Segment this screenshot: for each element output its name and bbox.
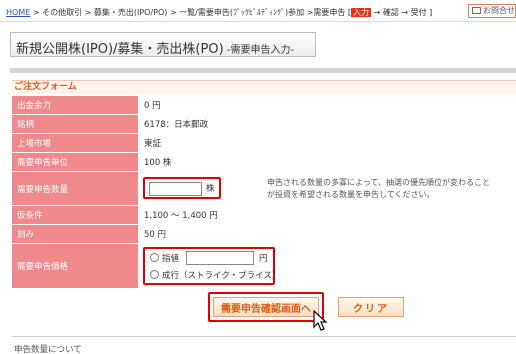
order-form-table: 出金余力 0 円 銘柄 6178：日本郵政 上場市場 東証 需要申告単位 100… bbox=[12, 95, 516, 289]
price-highlight-box: 指値 円 成行（ストライク・プライス） bbox=[143, 247, 280, 285]
limit-price-input[interactable] bbox=[186, 251, 254, 265]
market-price-label: 成行（ストライク・プライス） bbox=[162, 271, 281, 281]
quantity-note-line1: 申告される数量の多寡によって、抽選の優先順位が変わること bbox=[267, 178, 490, 187]
mail-icon bbox=[472, 7, 481, 14]
row-value: 100 株 bbox=[139, 153, 516, 171]
form-section-title: ご注文フォーム bbox=[12, 80, 516, 94]
row-label: 需要申告数量 bbox=[12, 172, 138, 205]
row-label: 上場市場 bbox=[12, 134, 138, 152]
row-price: 需要申告価格 指値 円 成行（ストライク・プライス） bbox=[12, 244, 516, 289]
inquiry-button[interactable]: お問合せ bbox=[468, 4, 516, 18]
row-provisional-terms: 仮条件 1,100 〜 1,400 円 bbox=[12, 206, 516, 225]
limit-price-radio[interactable] bbox=[150, 253, 159, 262]
row-label: 需要申告単位 bbox=[12, 153, 138, 171]
top-bar: HOME > その他取引 > 募集・売出(IPO/PO) > 一覧/需要申告(ﾌ… bbox=[0, 0, 516, 22]
quantity-note: 申告される数量の多寡によって、抽選の優先順位が変わること が投資を希望される数量… bbox=[267, 177, 490, 201]
row-label: 出金余力 bbox=[12, 96, 138, 114]
page-title-sub: -需要申告入力- bbox=[223, 45, 295, 56]
row-label: 刻み bbox=[12, 225, 138, 243]
row-value: 株 申告される数量の多寡によって、抽選の優先順位が変わること が投資を希望される… bbox=[139, 172, 516, 205]
mouse-cursor-icon bbox=[313, 310, 328, 331]
footer-divider bbox=[12, 336, 516, 337]
quantity-highlight-box: 株 bbox=[143, 177, 221, 199]
price-unit: 円 bbox=[259, 254, 268, 264]
page-title-box: 新規公開株(IPO)/募集・売出株(PO) -需要申告入力- bbox=[10, 32, 316, 57]
row-value: 0 円 bbox=[139, 96, 516, 114]
row-quantity: 需要申告数量 株 申告される数量の多寡によって、抽選の優先順位が変わること が投… bbox=[12, 172, 516, 206]
row-label: 需要申告価格 bbox=[12, 244, 138, 288]
breadcrumb: HOME > その他取引 > 募集・売出(IPO/PO) > 一覧/需要申告(ﾌ… bbox=[6, 7, 432, 18]
row-value: 50 円 bbox=[139, 225, 516, 243]
row-label: 銘柄 bbox=[12, 115, 138, 133]
breadcrumb-rest: → 確認 → 受付 ] bbox=[371, 8, 433, 17]
section-divider bbox=[10, 68, 516, 73]
inquiry-label: お問合せ bbox=[483, 6, 515, 15]
row-tick-size: 刻み 50 円 bbox=[12, 225, 516, 244]
limit-price-label: 指値 bbox=[162, 254, 180, 264]
page-title: 新規公開株(IPO)/募集・売出株(PO) -需要申告入力- bbox=[16, 38, 294, 57]
row-available-cash: 出金余力 0 円 bbox=[12, 96, 516, 115]
breadcrumb-current-step: 入力 bbox=[351, 8, 372, 17]
page-title-main: 新規公開株(IPO)/募集・売出株(PO) bbox=[16, 42, 224, 57]
footer-quantity-info: 申告数量について bbox=[14, 345, 82, 354]
quantity-unit: 株 bbox=[206, 184, 215, 194]
row-stock-name: 銘柄 6178：日本郵政 bbox=[12, 115, 516, 134]
row-value: 指値 円 成行（ストライク・プライス） bbox=[139, 244, 516, 288]
confirm-button[interactable]: 需要申告確認画面へ bbox=[213, 297, 319, 317]
quantity-note-line2: が投資を希望される数量を申告してください。 bbox=[267, 190, 435, 199]
market-price-radio[interactable] bbox=[150, 270, 159, 279]
row-unit: 需要申告単位 100 株 bbox=[12, 153, 516, 172]
breadcrumb-home-link[interactable]: HOME bbox=[6, 8, 30, 17]
confirm-button-highlight: 需要申告確認画面へ bbox=[208, 292, 324, 322]
clear-button[interactable]: クリア bbox=[338, 297, 404, 317]
quantity-input[interactable] bbox=[149, 182, 202, 196]
row-value: 6178：日本郵政 bbox=[139, 115, 516, 133]
breadcrumb-trail: > その他取引 > 募集・売出(IPO/PO) > 一覧/需要申告(ﾌﾞｯｸﾋﾞ… bbox=[30, 8, 352, 17]
row-label: 仮条件 bbox=[12, 206, 138, 224]
row-value: 東証 bbox=[139, 134, 516, 152]
row-value: 1,100 〜 1,400 円 bbox=[139, 206, 516, 224]
row-market: 上場市場 東証 bbox=[12, 134, 516, 153]
